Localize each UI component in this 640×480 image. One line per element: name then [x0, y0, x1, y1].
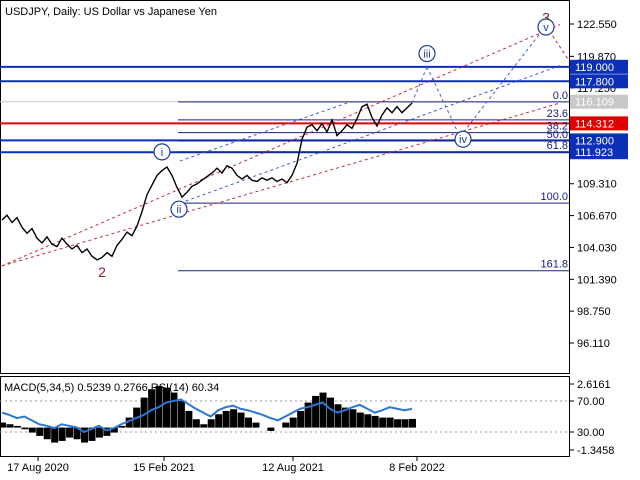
macd-bar — [349, 409, 357, 428]
wave-label-minor: ii — [177, 204, 182, 216]
macd-bar — [230, 409, 238, 428]
macd-bar — [312, 395, 320, 428]
x-tick-label: 15 Feb 2021 — [133, 462, 195, 474]
y-tick-label: 122.550 — [577, 19, 617, 31]
level-tag-label: 114.312 — [575, 118, 614, 130]
ind-tick-label: -1.3458 — [577, 445, 614, 457]
wave-label-minor: i — [161, 147, 163, 159]
indicator-title: MACD(5,34,5) 0.5239 0.2766 RSI(14) 60.34 — [4, 382, 219, 394]
macd-bar — [386, 417, 394, 428]
ind-tick-label: 2.6161 — [577, 379, 611, 391]
macd-bar — [185, 410, 193, 428]
fib-label: 100.0 — [540, 191, 568, 203]
macd-bar — [192, 419, 200, 428]
macd-bar — [409, 418, 416, 428]
macd-bar — [6, 424, 14, 428]
chart-title: USDJPY, Daily: US Dollar vs Japanese Yen — [5, 6, 217, 18]
macd-bar — [215, 414, 223, 428]
macd-bar — [371, 415, 379, 428]
wave-label-major: 2 — [98, 264, 106, 280]
macd-bar — [95, 427, 103, 438]
macd-bar — [21, 427, 29, 430]
macd-bar — [222, 410, 230, 428]
y-tick-label: 109.310 — [577, 179, 617, 191]
macd-bar — [379, 417, 387, 428]
macd-bar — [177, 400, 185, 428]
fib-label: 161.8 — [540, 259, 568, 271]
level-tag-label: 116.109 — [575, 97, 614, 109]
macd-bar — [267, 427, 275, 431]
x-tick-label: 8 Feb 2022 — [389, 462, 445, 474]
y-tick-label: 106.670 — [577, 211, 617, 223]
fib-label: 61.8 — [547, 140, 568, 152]
ind-tick-label: 30.00 — [577, 427, 605, 439]
macd-bar — [394, 419, 402, 428]
ind-tick-label: 70.00 — [577, 396, 605, 408]
fib-label: 23.6 — [547, 108, 568, 120]
macd-bar — [327, 397, 334, 428]
y-tick-label: 104.030 — [577, 242, 617, 254]
macd-bar — [66, 427, 74, 438]
macd-bar — [319, 392, 327, 428]
fib-label: 0.0 — [553, 90, 568, 102]
macd-bar — [200, 424, 208, 428]
chart-canvas: 0.023.638.250.061.8100.0161.8 23iiiiiiiv… — [0, 0, 640, 480]
macd-bar — [289, 417, 297, 428]
x-tick-label: 17 Aug 2020 — [7, 462, 69, 474]
macd-bar — [43, 427, 51, 440]
macd-bar — [252, 422, 260, 428]
level-tag-label: 117.800 — [575, 76, 614, 88]
wave-label-minor: iv — [459, 134, 467, 146]
macd-bar — [28, 427, 36, 433]
macd-bar — [245, 417, 252, 428]
wave-label-minor: iii — [423, 49, 430, 61]
macd-bar — [13, 425, 21, 428]
level-tag-label: 111.923 — [575, 147, 613, 159]
macd-bar — [364, 414, 372, 428]
wave-label-minor: v — [543, 22, 549, 34]
macd-bar — [282, 422, 290, 428]
macd-bar — [297, 410, 305, 428]
macd-bar — [51, 427, 59, 443]
y-tick-label: 101.390 — [577, 274, 617, 286]
macd-bar — [356, 412, 364, 428]
macd-bar — [207, 419, 215, 428]
macd-bar — [170, 392, 178, 428]
macd-bar — [58, 427, 66, 441]
macd-bar — [401, 419, 409, 428]
x-tick-label: 12 Aug 2021 — [262, 462, 324, 474]
macd-bar — [0, 422, 6, 428]
level-tag-label: 119.000 — [575, 62, 614, 74]
macd-bar — [237, 412, 245, 428]
y-tick-label: 98.750 — [577, 306, 611, 318]
macd-bar — [334, 404, 342, 428]
y-tick-label: 96.110 — [577, 338, 610, 350]
macd-bar — [36, 427, 44, 436]
